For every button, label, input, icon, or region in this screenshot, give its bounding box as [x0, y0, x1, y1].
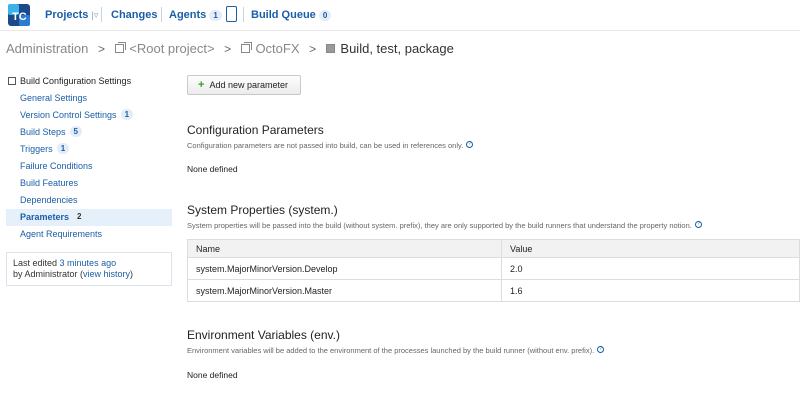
table-header-row: Name Value [187, 239, 800, 258]
environment-variables-title: Environment Variables (env.) [187, 328, 340, 342]
nav-build-queue[interactable]: Build Queue 0 [251, 9, 332, 21]
count-badge: 1 [120, 109, 134, 120]
table-row[interactable]: system.MajorMinorVersion.Develop 2.0 [187, 257, 800, 280]
param-name-cell[interactable]: system.MajorMinorVersion.Master [187, 279, 502, 302]
sidebar-item-general-settings[interactable]: General Settings [6, 90, 172, 107]
configuration-parameters-desc-text: Configuration parameters are not passed … [187, 141, 464, 150]
build-queue-count-badge: 0 [318, 10, 332, 21]
breadcrumb-octofx[interactable]: OctoFX [255, 41, 299, 56]
last-edited-panel: Last edited 3 minutes ago by Administrat… [6, 252, 172, 286]
teamcity-logo-icon[interactable]: TC [8, 4, 30, 26]
breadcrumb: Administration > <Root project> > OctoFX… [6, 41, 454, 56]
view-history-link[interactable]: view history [83, 269, 130, 279]
last-edited-time[interactable]: 3 minutes ago [60, 258, 117, 268]
nav-projects[interactable]: Projects |▿ [45, 9, 98, 21]
column-header-name[interactable]: Name [187, 239, 502, 258]
nav-separator [101, 7, 102, 22]
sidebar-item-label: Failure Conditions [20, 161, 93, 171]
project-icon [114, 42, 126, 53]
build-config-icon [8, 77, 16, 85]
sidebar-item-dependencies[interactable]: Dependencies [6, 192, 172, 209]
breadcrumb-build-config: Build, test, package [340, 41, 454, 56]
chevron-right-icon: > [98, 42, 106, 56]
sidebar-item-label: Build Steps [20, 127, 66, 137]
configuration-parameters-desc: Configuration parameters are not passed … [187, 141, 474, 150]
count-badge: 2 [77, 212, 82, 221]
nav-agents-label: Agents [169, 9, 207, 21]
help-icon[interactable]: ? [597, 346, 605, 353]
agents-count-badge: 1 [209, 10, 222, 21]
sidebar-item-version-control[interactable]: Version Control Settings 1 [6, 107, 172, 124]
chevron-right-icon: > [309, 42, 317, 56]
nav-changes[interactable]: Changes [111, 9, 157, 21]
sidebar-item-label: Build Features [20, 178, 79, 188]
environment-variables-empty: None defined [187, 370, 238, 380]
configuration-parameters-empty: None defined [187, 164, 238, 174]
add-new-parameter-button[interactable]: + Add new parameter [187, 75, 301, 95]
projects-dropdown-icon[interactable]: |▿ [91, 10, 98, 20]
count-badge: 1 [56, 143, 70, 154]
add-new-parameter-label: Add new parameter [209, 80, 288, 90]
nav-separator [243, 7, 244, 22]
sidebar-item-failure-conditions[interactable]: Failure Conditions [6, 158, 172, 175]
plus-icon: + [198, 79, 205, 91]
sidebar-item-label: Triggers [20, 144, 53, 154]
param-value-cell[interactable]: 2.0 [501, 257, 800, 280]
last-edited-prefix: Last edited [13, 258, 60, 268]
breadcrumb-administration[interactable]: Administration [6, 41, 88, 56]
sidebar-item-label: Parameters [20, 212, 70, 222]
param-name-cell[interactable]: system.MajorMinorVersion.Develop [187, 257, 502, 280]
system-properties-desc: System properties will be passed into th… [187, 221, 702, 230]
column-header-value[interactable]: Value [501, 239, 800, 258]
sidebar-item-build-steps[interactable]: Build Steps 5 [6, 124, 172, 141]
count-badge: 5 [69, 126, 82, 137]
table-row[interactable]: system.MajorMinorVersion.Master 1.6 [187, 279, 800, 302]
help-icon[interactable]: ? [466, 141, 474, 148]
agent-status-icon[interactable] [226, 6, 237, 22]
top-navigation: TC Projects |▿ Changes Agents 1 Build Qu… [0, 0, 800, 31]
sidebar-item-triggers[interactable]: Triggers 1 [6, 141, 172, 158]
build-config-icon [325, 44, 335, 53]
sidebar-item-label: Dependencies [20, 195, 78, 205]
logo-text: TC [12, 11, 27, 23]
nav-build-queue-label: Build Queue [251, 9, 316, 21]
nav-projects-label: Projects [45, 9, 89, 21]
help-icon[interactable]: ? [694, 221, 702, 228]
last-edited-by: by Administrator ( [13, 269, 84, 279]
sidebar-item-label: Version Control Settings [20, 110, 117, 120]
param-value-cell[interactable]: 1.6 [501, 279, 800, 302]
sidebar-item-build-features[interactable]: Build Features [6, 175, 172, 192]
system-properties-table: Name Value system.MajorMinorVersion.Deve… [187, 239, 800, 302]
sidebar-item-label: Agent Requirements [20, 229, 103, 239]
project-icon [240, 42, 252, 53]
environment-variables-desc: Environment variables will be added to t… [187, 346, 605, 355]
environment-variables-desc-text: Environment variables will be added to t… [187, 346, 595, 355]
nav-agents[interactable]: Agents 1 [169, 9, 222, 21]
chevron-right-icon: > [224, 42, 232, 56]
sidebar-item-parameters[interactable]: Parameters 2 [6, 209, 172, 226]
sidebar-item-agent-requirements[interactable]: Agent Requirements [6, 226, 172, 243]
system-properties-desc-text: System properties will be passed into th… [187, 221, 692, 230]
sidebar-heading: Build Configuration Settings [8, 76, 131, 86]
breadcrumb-root-project[interactable]: <Root project> [129, 41, 214, 56]
last-edited-close-paren: ) [130, 269, 134, 279]
sidebar-heading-label: Build Configuration Settings [20, 76, 132, 86]
configuration-parameters-title: Configuration Parameters [187, 123, 324, 137]
nav-separator [161, 7, 162, 22]
system-properties-title: System Properties (system.) [187, 203, 338, 217]
sidebar-item-label: General Settings [20, 93, 88, 103]
